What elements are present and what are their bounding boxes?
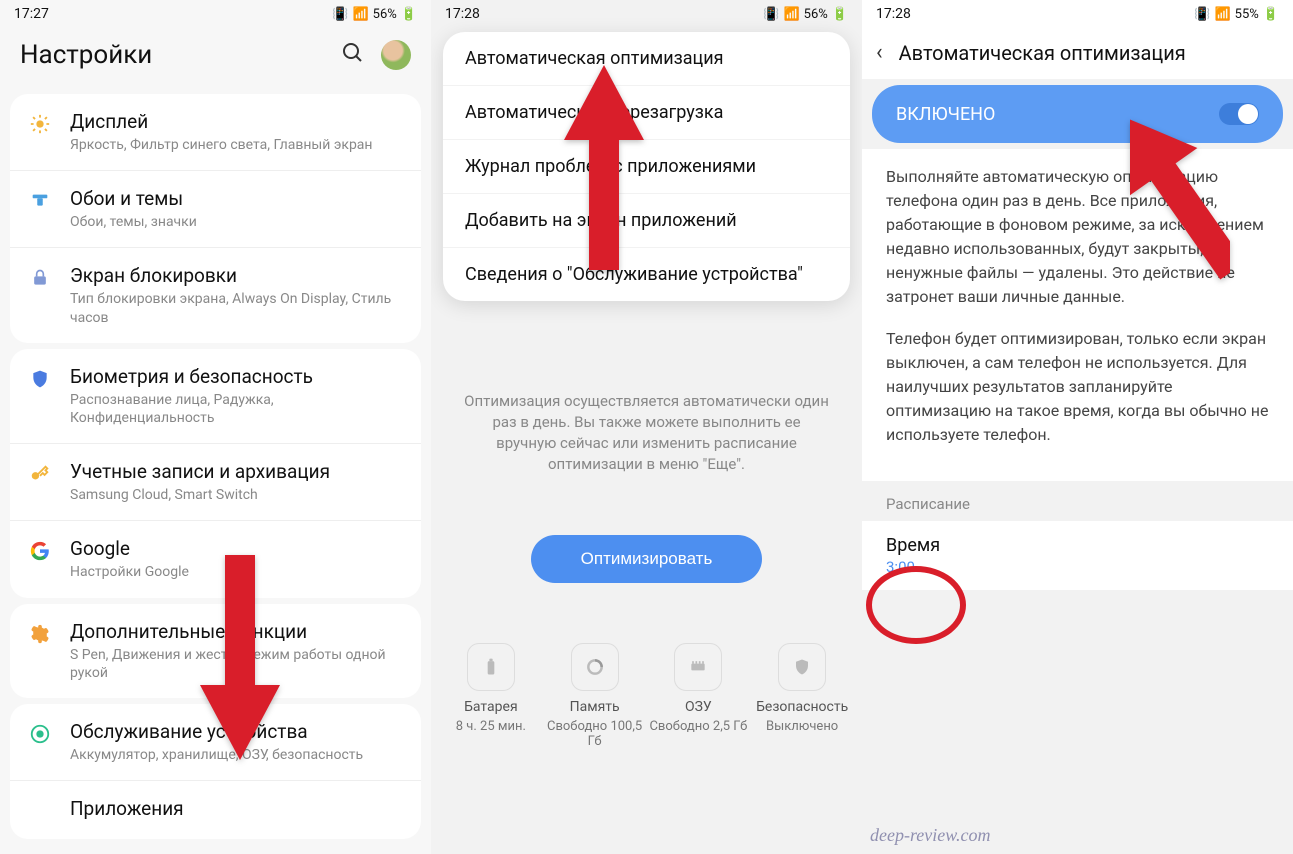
status-time: 17:27 xyxy=(14,6,49,22)
signal-icon: 📶 xyxy=(783,7,799,22)
item-sub: Samsung Cloud, Smart Switch xyxy=(70,486,403,504)
battery-pct: 56% xyxy=(373,7,397,22)
item-title: Приложения xyxy=(70,797,403,820)
item-sub: Тип блокировки экрана, Always On Display… xyxy=(70,290,403,326)
stat-label: Память xyxy=(543,699,647,715)
item-sub: Обои, темы, значки xyxy=(70,213,403,231)
settings-item-lockscreen[interactable]: Экран блокировки Тип блокировки экрана, A… xyxy=(10,248,421,342)
settings-item-biometrics[interactable]: Биометрия и безопасность Распознавание ли… xyxy=(10,349,421,444)
item-title: Биометрия и безопасность xyxy=(70,365,403,388)
menu-auto-restart[interactable]: Автоматическая перезагрузка xyxy=(443,86,850,140)
status-bar: 17:27 📳 📶 56% 🔋 xyxy=(0,0,431,28)
key-icon xyxy=(28,462,52,486)
shield-icon xyxy=(28,367,52,391)
shield-icon xyxy=(778,643,826,691)
stat-value: Свободно 2,5 Гб xyxy=(647,719,751,734)
settings-item-apps[interactable]: Приложения xyxy=(10,781,421,839)
ram-icon xyxy=(674,643,722,691)
gear-icon xyxy=(28,622,52,646)
stat-value: Выключено xyxy=(750,719,854,734)
annotation-arrow-down xyxy=(200,555,280,765)
settings-item-wallpaper[interactable]: Обои и темы Обои, темы, значки xyxy=(10,171,421,248)
vibrate-icon: 📳 xyxy=(1194,7,1210,22)
vibrate-icon: 📳 xyxy=(332,7,348,22)
watermark: deep-review.com xyxy=(870,825,990,846)
item-title: Учетные записи и архивация xyxy=(70,460,403,483)
brush-icon xyxy=(28,189,52,213)
status-right: 📳 📶 56% 🔋 xyxy=(332,7,417,22)
vibrate-icon: 📳 xyxy=(763,7,779,22)
sun-icon xyxy=(28,112,52,136)
item-title: Обои и темы xyxy=(70,187,403,210)
item-title: Дисплей xyxy=(70,110,403,133)
stat-label: ОЗУ xyxy=(647,699,751,715)
battery-icon: 🔋 xyxy=(1263,7,1279,22)
schedule-section-label: Расписание xyxy=(862,481,1293,521)
item-title: Экран блокировки xyxy=(70,264,403,287)
toggle-label: ВКЛЮЧЕНО xyxy=(896,104,995,125)
annotation-circle xyxy=(866,566,966,644)
menu-add-shortcut[interactable]: Добавить на экран приложений xyxy=(443,194,850,248)
signal-icon: 📶 xyxy=(1214,7,1230,22)
battery-icon: 🔋 xyxy=(832,7,848,22)
status-time: 17:28 xyxy=(876,6,911,22)
status-bar: 17:28 📳 📶 56% 🔋 xyxy=(431,0,862,28)
stat-battery[interactable]: Батарея 8 ч. 25 мин. xyxy=(439,643,543,749)
settings-group-1: Дисплей Яркость, Фильтр синего света, Гла… xyxy=(10,94,421,343)
optimize-info-text: Оптимизация осуществляется автоматически… xyxy=(431,301,862,505)
annotation-arrow-up-1 xyxy=(564,65,644,275)
stat-storage[interactable]: Память Свободно 100,5 Гб xyxy=(543,643,647,749)
page-title: Настройки xyxy=(20,40,152,70)
avatar[interactable] xyxy=(381,40,411,70)
item-sub: Распознавание лица, Радужка, Конфиденциа… xyxy=(70,391,403,427)
overflow-menu: Автоматическая оптимизация Автоматическа… xyxy=(443,32,850,301)
storage-icon xyxy=(571,643,619,691)
page-title: Автоматическая оптимизация xyxy=(899,41,1186,65)
screenshot-devicecare: 17:28 📳 📶 56% 🔋 Автоматическая оптимизац… xyxy=(431,0,862,854)
status-bar: 17:28 📳 📶 55% 🔋 xyxy=(862,0,1293,28)
menu-about[interactable]: Сведения о "Обслуживание устройства" xyxy=(443,248,850,301)
battery-pct: 56% xyxy=(804,7,828,22)
device-stats: Батарея 8 ч. 25 мин. Память Свободно 100… xyxy=(431,643,862,779)
status-time: 17:28 xyxy=(445,6,480,22)
settings-header: Настройки xyxy=(0,28,431,88)
lock-icon xyxy=(28,266,52,290)
stat-security[interactable]: Безопасность Выключено xyxy=(750,643,854,749)
battery-icon xyxy=(467,643,515,691)
battery-icon: 🔋 xyxy=(401,7,417,22)
stat-label: Безопасность xyxy=(750,699,854,715)
status-right: 📳 📶 55% 🔋 xyxy=(1194,7,1279,22)
menu-app-issues[interactable]: Журнал проблем с приложениями xyxy=(443,140,850,194)
stat-label: Батарея xyxy=(439,699,543,715)
battery-pct: 55% xyxy=(1235,7,1259,22)
stat-value: 8 ч. 25 мин. xyxy=(439,719,543,734)
apps-icon xyxy=(28,799,52,823)
description-para-2: Телефон будет оптимизирован, только если… xyxy=(886,327,1269,447)
menu-auto-optimize[interactable]: Автоматическая оптимизация xyxy=(443,32,850,86)
stat-ram[interactable]: ОЗУ Свободно 2,5 Гб xyxy=(647,643,751,749)
time-label: Время xyxy=(886,535,1269,556)
back-icon[interactable]: ‹ xyxy=(876,40,883,65)
search-icon[interactable] xyxy=(341,41,365,69)
signal-icon: 📶 xyxy=(352,7,368,22)
item-sub: Яркость, Фильтр синего света, Главный эк… xyxy=(70,136,403,154)
settings-item-display[interactable]: Дисплей Яркость, Фильтр синего света, Гла… xyxy=(10,94,421,171)
annotation-arrow-up-2 xyxy=(1130,100,1230,292)
status-right: 📳 📶 56% 🔋 xyxy=(763,7,848,22)
device-care-icon xyxy=(28,722,52,746)
google-icon xyxy=(28,539,52,563)
optimize-button[interactable]: Оптимизировать xyxy=(531,535,763,583)
page-header: ‹ Автоматическая оптимизация xyxy=(862,28,1293,79)
settings-item-accounts[interactable]: Учетные записи и архивация Samsung Cloud,… xyxy=(10,444,421,521)
stat-value: Свободно 100,5 Гб xyxy=(543,719,647,749)
